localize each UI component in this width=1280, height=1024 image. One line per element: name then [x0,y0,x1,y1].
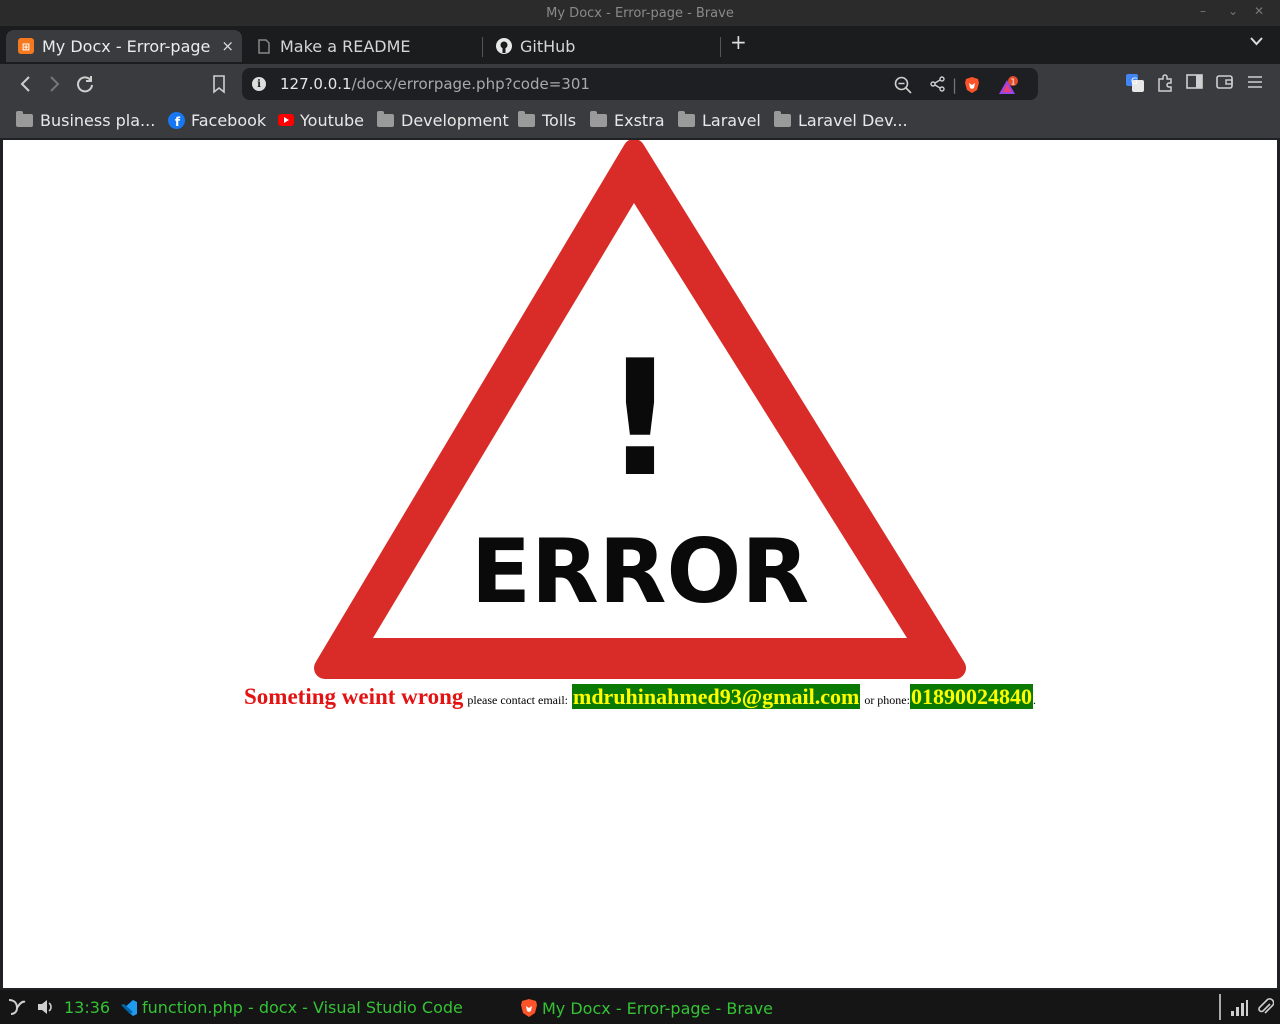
tab-label: Make a README [280,36,411,56]
window-titlebar: My Docx - Error-page - Brave – ⌄ ✕ [0,0,1280,26]
url-text[interactable]: 127.0.0.1/docx/errorpage.php?code=301 [280,75,590,93]
task-label: function.php - docx - Visual Studio Code [142,998,463,1017]
bookmark-facebook[interactable]: f Facebook [168,110,266,130]
tab-label: GitHub [520,36,576,56]
brave-shields-icon[interactable] [964,76,980,98]
minimize-icon[interactable]: – [1200,4,1206,18]
svg-text:G: G [1131,77,1138,87]
share-icon[interactable] [930,76,946,96]
error-sign-text: ERROR [471,520,809,623]
page-content: ! ERROR Someting weint wrong please cont… [3,140,1277,988]
tab-strip: ⊞ My Docx - Error-page × Make a README G… [0,26,1280,64]
tab-separator [720,37,721,57]
contact-email[interactable]: mdruhinahmed93@gmail.com [572,684,861,709]
window-title: My Docx - Error-page - Brave [546,5,734,21]
task-label: My Docx - Error-page - Brave [542,998,774,1018]
bookmark-youtube[interactable]: Youtube [278,110,364,130]
site-info-icon[interactable]: i [252,77,266,91]
bookmark-exstra[interactable]: Exstra [590,110,665,130]
xampp-icon: ⊞ [18,38,34,54]
bookmark-label: Laravel [702,110,761,130]
folder-icon [590,110,607,127]
folder-icon [678,110,695,127]
forward-icon[interactable] [48,74,62,97]
translate-icon[interactable]: G [1126,74,1144,96]
menu-icon[interactable] [1247,74,1263,93]
restore-icon[interactable]: ⌄ [1228,4,1238,18]
bookmark-label: Development [401,110,509,130]
phone-prefix: or phone: [864,693,910,707]
url-path: /docx/errorpage.php?code=301 [351,75,590,93]
facebook-icon: f [168,111,185,129]
folder-icon [16,110,33,127]
network-signal-icon[interactable] [1230,1000,1248,1016]
task-vscode[interactable]: function.php - docx - Visual Studio Code [120,998,463,1017]
address-bar[interactable]: i 127.0.0.1/docx/errorpage.php?code=301 … [242,68,1038,100]
back-icon[interactable] [18,74,32,97]
tab-make-readme[interactable]: Make a README [244,30,480,62]
bookmark-laravel[interactable]: Laravel [678,110,761,130]
task-brave[interactable]: My Docx - Error-page - Brave [520,998,773,1018]
zoom-icon[interactable] [894,76,912,98]
bookmark-tolls[interactable]: Tolls [518,110,576,130]
sidebar-icon[interactable] [1186,74,1204,94]
close-tab-icon[interactable]: × [221,37,234,55]
tab-error-page[interactable]: ⊞ My Docx - Error-page × [6,30,242,62]
volume-icon[interactable] [36,998,54,1016]
extensions-icon[interactable] [1156,74,1174,96]
youtube-icon [278,114,294,126]
document-icon [256,38,272,54]
svg-text:f: f [175,115,181,129]
contact-prefix: please contact email: [467,693,568,707]
bookmark-development[interactable]: Development [377,110,509,130]
taskbar-clock: 13:36 [64,998,111,1017]
bookmark-label: Exstra [614,110,665,130]
error-message-line: Someting weint wrong please contact emai… [3,684,1277,710]
tab-github[interactable]: GitHub [484,30,720,62]
error-heading: Someting weint wrong [244,684,464,709]
message-suffix: . [1032,693,1036,707]
bookmark-laravel-dev[interactable]: Laravel Dev... [774,110,908,130]
error-warning-sign: ! ERROR [314,140,966,679]
github-icon [496,38,512,54]
folder-icon [774,110,791,127]
close-window-icon[interactable]: ✕ [1254,4,1264,18]
paperclip-icon[interactable] [1256,998,1274,1016]
url-divider: | [952,76,958,94]
contact-phone[interactable]: 01890024840 [909,684,1033,709]
folder-icon [518,110,535,127]
brave-icon [520,998,538,1018]
bookmarks-bar: Business pla... f Facebook Youtube Devel… [0,104,1280,138]
bookmark-label: Facebook [191,110,267,130]
url-host: 127.0.0.1 [280,75,352,93]
folder-icon [377,110,394,127]
tab-separator [482,37,483,57]
bookmark-label: Laravel Dev... [798,110,908,130]
bookmark-label: Business pla... [40,110,156,130]
reload-icon[interactable] [76,74,94,97]
start-menu-icon[interactable] [6,997,26,1017]
rewards-badge-count: 1 [1010,78,1015,87]
tray-divider [1219,994,1221,1020]
bookmark-business-plans[interactable]: Business pla... [16,110,155,130]
bookmark-label: Tolls [542,110,577,130]
exclamation-mark: ! [604,325,677,512]
system-taskbar: 13:36 function.php - docx - Visual Studi… [0,990,1280,1024]
svg-text:⊞: ⊞ [22,42,30,53]
tab-search-chevron-icon[interactable] [1250,34,1263,50]
navigation-toolbar: i 127.0.0.1/docx/errorpage.php?code=301 … [0,64,1280,104]
bookmark-label: Youtube [300,110,364,130]
vscode-icon [120,999,138,1017]
new-tab-button[interactable]: + [730,30,747,54]
bookmark-page-icon[interactable] [212,74,226,97]
wallet-icon[interactable] [1216,74,1234,94]
tab-label: My Docx - Error-page [42,36,211,56]
brave-rewards-icon[interactable]: 1 [998,76,1020,100]
